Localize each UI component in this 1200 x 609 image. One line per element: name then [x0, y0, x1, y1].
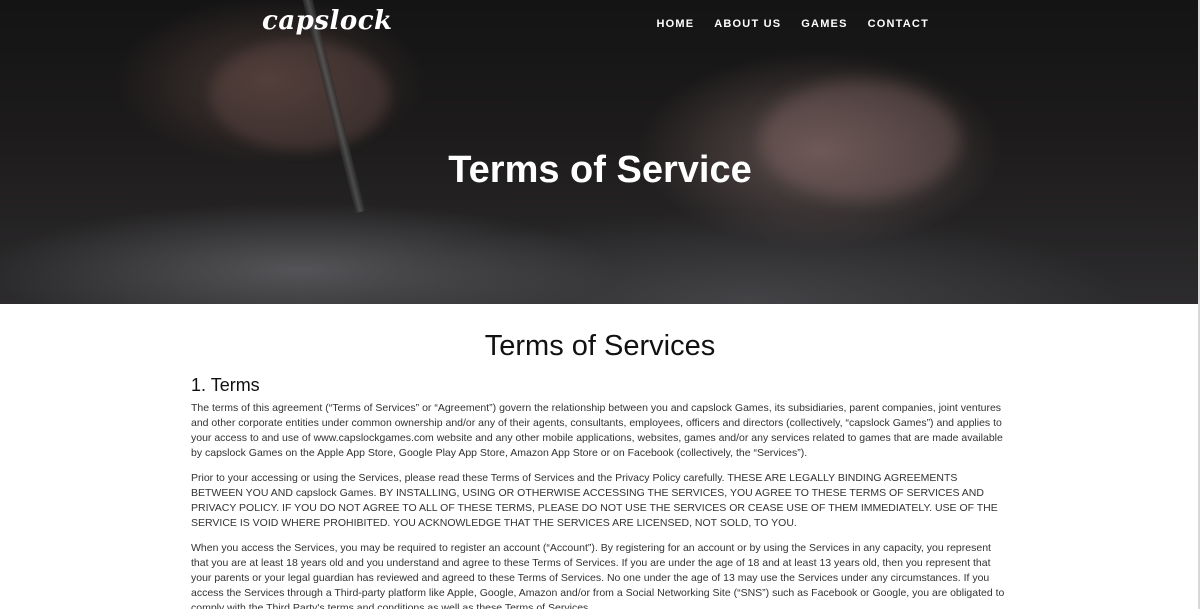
terms-content: Terms of Services 1. Terms The terms of … — [191, 304, 1009, 609]
hero-background-hand — [210, 40, 390, 150]
nav-home[interactable]: HOME — [656, 18, 694, 30]
nav-games[interactable]: GAMES — [801, 18, 847, 30]
nav-contact[interactable]: CONTACT — [868, 18, 929, 30]
page-heading: Terms of Services — [484, 330, 716, 362]
section-heading-terms: 1. Terms — [191, 375, 260, 395]
nav-about-us[interactable]: ABOUT US — [714, 18, 781, 30]
site-logo[interactable]: capslock — [262, 6, 393, 36]
hero-banner: capslock HOME ABOUT US GAMES CONTACT Ter… — [0, 0, 1200, 304]
main-nav: HOME ABOUT US GAMES CONTACT — [656, 18, 929, 30]
terms-paragraph-3: When you access the Services, you may be… — [191, 542, 1005, 609]
terms-paragraph-2: Prior to your accessing or using the Ser… — [191, 472, 998, 529]
terms-paragraph-1: The terms of this agreement (“Terms of S… — [191, 402, 1003, 459]
hero-title: Terms of Service — [448, 149, 752, 192]
